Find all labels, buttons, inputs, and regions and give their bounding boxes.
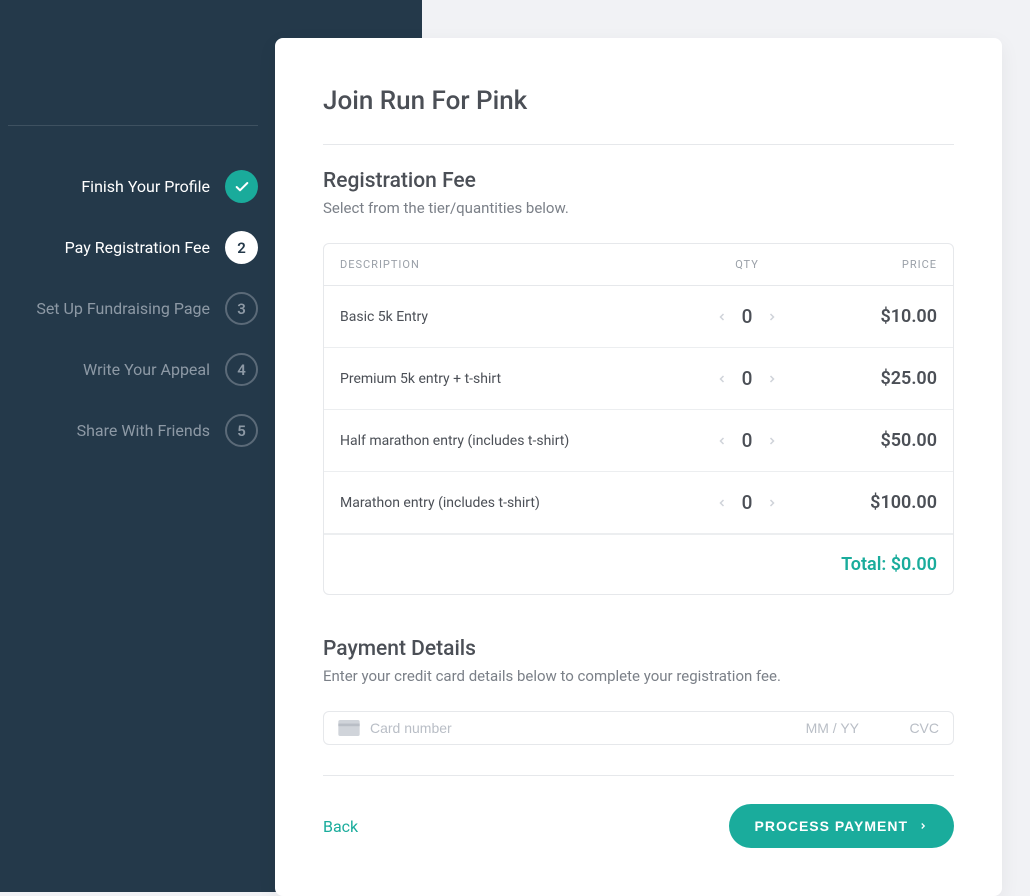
page-title: Join Run For Pink — [323, 86, 954, 116]
check-icon — [234, 179, 250, 195]
col-qty: Qty — [697, 258, 797, 271]
payment-subtext: Enter your credit card details below to … — [323, 667, 954, 685]
qty-value: 0 — [740, 305, 754, 328]
step-pay-registration[interactable]: Pay Registration Fee 2 — [8, 217, 258, 278]
total-value: Total: $0.00 — [841, 554, 937, 575]
steps-list: Finish Your Profile Pay Registration Fee… — [8, 125, 258, 461]
chevron-left-icon[interactable] — [714, 309, 730, 325]
card-footer: Back PROCESS PAYMENT — [323, 804, 954, 848]
card-expiry-input[interactable] — [789, 720, 859, 736]
process-payment-button[interactable]: PROCESS PAYMENT — [729, 804, 954, 848]
payment-title: Payment Details — [323, 637, 954, 661]
step-badge-number: 2 — [225, 231, 258, 264]
chevron-right-icon[interactable] — [764, 495, 780, 511]
table-row: Marathon entry (includes t-shirt) 0 $100… — [324, 472, 953, 534]
item-price: $100.00 — [797, 492, 937, 513]
step-label: Pay Registration Fee — [65, 238, 210, 257]
quantity-stepper: 0 — [697, 367, 797, 390]
step-badge-number: 5 — [225, 414, 258, 447]
card-cvc-input[interactable] — [869, 720, 939, 736]
fee-table: Description Qty Price Basic 5k Entry 0 $… — [323, 243, 954, 595]
step-badge-check — [225, 170, 258, 203]
col-description: Description — [340, 258, 697, 271]
back-button[interactable]: Back — [323, 817, 358, 836]
step-write-appeal[interactable]: Write Your Appeal 4 — [8, 339, 258, 400]
table-row: Premium 5k entry + t-shirt 0 $25.00 — [324, 348, 953, 410]
item-description: Half marathon entry (includes t-shirt) — [340, 433, 697, 449]
total-row: Total: $0.00 — [324, 534, 953, 594]
table-row: Basic 5k Entry 0 $10.00 — [324, 286, 953, 348]
chevron-right-icon — [918, 820, 928, 832]
item-description: Premium 5k entry + t-shirt — [340, 371, 697, 387]
main-content: Join Run For Pink Registration Fee Selec… — [422, 0, 1030, 892]
credit-card-icon — [338, 720, 360, 736]
item-price: $25.00 — [797, 368, 937, 389]
card-number-input[interactable] — [370, 720, 779, 736]
qty-value: 0 — [740, 367, 754, 390]
quantity-stepper: 0 — [697, 305, 797, 328]
table-row: Half marathon entry (includes t-shirt) 0… — [324, 410, 953, 472]
step-share-friends[interactable]: Share With Friends 5 — [8, 400, 258, 461]
step-setup-fundraising[interactable]: Set Up Fundraising Page 3 — [8, 278, 258, 339]
step-label: Share With Friends — [77, 421, 210, 440]
step-badge-number: 3 — [225, 292, 258, 325]
item-price: $10.00 — [797, 306, 937, 327]
registration-card: Join Run For Pink Registration Fee Selec… — [275, 38, 1002, 896]
item-price: $50.00 — [797, 430, 937, 451]
chevron-right-icon[interactable] — [764, 309, 780, 325]
qty-value: 0 — [740, 429, 754, 452]
registration-subtext: Select from the tier/quantities below. — [323, 199, 954, 217]
chevron-right-icon[interactable] — [764, 433, 780, 449]
step-label: Write Your Appeal — [83, 360, 210, 379]
item-description: Basic 5k Entry — [340, 309, 697, 325]
credit-card-field[interactable] — [323, 711, 954, 745]
step-finish-profile[interactable]: Finish Your Profile — [8, 156, 258, 217]
chevron-left-icon[interactable] — [714, 495, 730, 511]
chevron-left-icon[interactable] — [714, 371, 730, 387]
chevron-left-icon[interactable] — [714, 433, 730, 449]
col-price: Price — [797, 258, 937, 271]
title-divider — [323, 144, 954, 145]
step-label: Finish Your Profile — [81, 177, 210, 196]
item-description: Marathon entry (includes t-shirt) — [340, 495, 697, 511]
registration-title: Registration Fee — [323, 169, 954, 193]
qty-value: 0 — [740, 491, 754, 514]
step-label: Set Up Fundraising Page — [36, 299, 210, 318]
quantity-stepper: 0 — [697, 429, 797, 452]
quantity-stepper: 0 — [697, 491, 797, 514]
process-label: PROCESS PAYMENT — [755, 818, 908, 834]
payment-divider — [323, 775, 954, 776]
step-badge-number: 4 — [225, 353, 258, 386]
table-header: Description Qty Price — [324, 244, 953, 286]
chevron-right-icon[interactable] — [764, 371, 780, 387]
